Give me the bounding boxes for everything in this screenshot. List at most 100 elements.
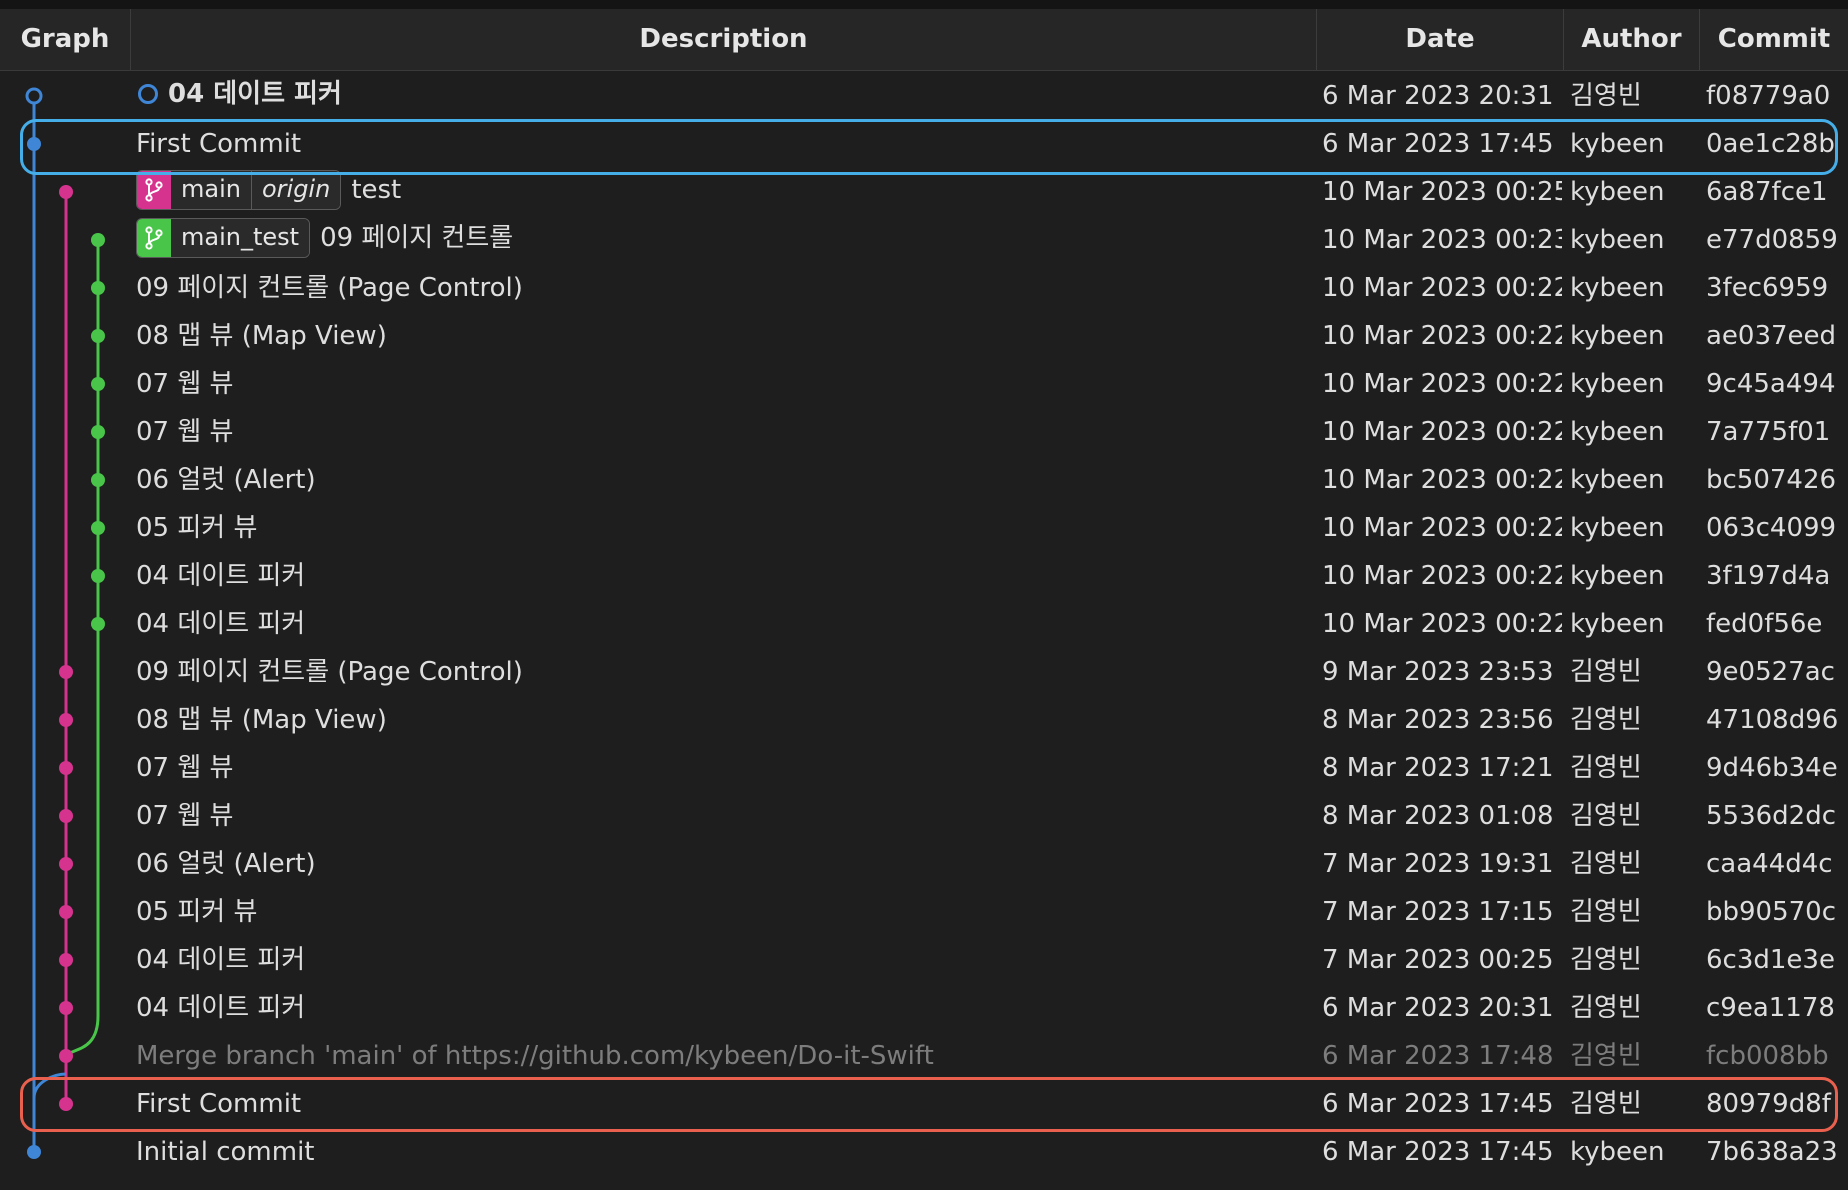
branch-badge[interactable]: main_test (136, 217, 311, 258)
commit-date: 10 Mar 2023 00:22 (1322, 465, 1562, 495)
commit-message: 09 페이지 컨트롤 (Page Control) (136, 657, 523, 687)
commit-row[interactable]: 05 피커 뷰 7 Mar 2023 17:15 김영빈 bb90570c (0, 888, 1848, 936)
branch-icon (137, 218, 171, 257)
commit-description: 08 맵 뷰 (Map View) (136, 696, 1306, 744)
commit-date: 10 Mar 2023 00:25 (1322, 177, 1562, 207)
commit-date: 10 Mar 2023 00:22 (1322, 321, 1562, 351)
commit-author: kybeen (1570, 369, 1665, 399)
commit-description: 05 피커 뷰 (136, 888, 1306, 936)
commit-date: 7 Mar 2023 00:25 (1322, 945, 1554, 975)
commit-row[interactable]: 04 데이트 피커 6 Mar 2023 20:31 김영빈 f08779a0 (0, 72, 1848, 120)
commit-message: 07 웹 뷰 (136, 369, 234, 399)
commit-author: kybeen (1570, 561, 1665, 591)
commit-description: 05 피커 뷰 (136, 504, 1306, 552)
commit-row[interactable]: main_test 09 페이지 컨트롤 10 Mar 2023 00:23 kybe… (0, 216, 1848, 264)
commit-hash: 6a87fce1 (1706, 177, 1828, 207)
commit-date: 6 Mar 2023 17:48 (1322, 1041, 1554, 1071)
commit-message: 04 데이트 피커 (168, 78, 342, 109)
commit-message: 09 페이지 컨트롤 (Page Control) (136, 273, 523, 303)
commit-date: 8 Mar 2023 23:56 (1322, 705, 1554, 735)
commit-author: kybeen (1570, 273, 1665, 303)
commit-message: 07 웹 뷰 (136, 801, 234, 831)
commit-row[interactable]: Merge branch 'main' of https://github.co… (0, 1032, 1848, 1080)
commit-author: kybeen (1570, 177, 1665, 207)
commit-date: 6 Mar 2023 20:31 (1322, 81, 1554, 111)
commit-row[interactable]: First Commit 6 Mar 2023 17:45 kybeen 0ae1c2… (0, 120, 1848, 168)
commit-hash: 063c4099 (1706, 513, 1837, 543)
commit-author: kybeen (1570, 225, 1665, 255)
commit-date: 6 Mar 2023 17:45 (1322, 1089, 1554, 1119)
commit-row[interactable]: 06 얼럿 (Alert) 10 Mar 2023 00:22 kybeen bc50… (0, 456, 1848, 504)
commit-message: 08 맵 뷰 (Map View) (136, 705, 387, 735)
commit-message: 09 페이지 컨트롤 (320, 222, 514, 253)
commit-date: 10 Mar 2023 00:22 (1322, 273, 1562, 303)
branch-icon (137, 170, 171, 209)
commit-hash: bb90570c (1706, 897, 1837, 927)
uncommitted-changes-icon (138, 83, 158, 104)
commit-author: kybeen (1570, 129, 1665, 159)
commit-row[interactable]: 07 웹 뷰 8 Mar 2023 01:08 김영빈 5536d2dc (0, 792, 1848, 840)
commit-date: 10 Mar 2023 00:23 (1322, 225, 1562, 255)
commit-row[interactable]: 08 맵 뷰 (Map View) 8 Mar 2023 23:56 김영빈 4710… (0, 696, 1848, 744)
commit-author: 김영빈 (1570, 1089, 1642, 1119)
commit-description: Merge branch 'main' of https://github.co… (136, 1032, 1306, 1080)
commit-row[interactable]: 07 웹 뷰 10 Mar 2023 00:22 kybeen 7a775f01 (0, 408, 1848, 456)
commit-row[interactable]: 04 데이트 피커 10 Mar 2023 00:22 kybeen fed0f56e (0, 600, 1848, 648)
commit-message: 04 데이트 피커 (136, 609, 306, 639)
commit-description: 04 데이트 피커 (136, 552, 1306, 600)
column-header-date[interactable]: Date (1317, 9, 1563, 70)
commit-date: 8 Mar 2023 01:08 (1322, 801, 1554, 831)
commit-row[interactable]: 04 데이트 피커 6 Mar 2023 20:31 김영빈 c9ea1178 (0, 984, 1848, 1032)
commit-message: 07 웹 뷰 (136, 417, 234, 447)
column-header-author[interactable]: Author (1564, 9, 1699, 70)
commit-description: main origin test (136, 168, 1306, 216)
commit-row[interactable]: 05 피커 뷰 10 Mar 2023 00:22 kybeen 063c4099 (0, 504, 1848, 552)
commit-description: 04 데이트 피커 (136, 72, 1306, 120)
commit-hash: f08779a0 (1706, 81, 1831, 111)
commit-hash: 9d46b34e (1706, 753, 1838, 783)
commit-date: 7 Mar 2023 17:15 (1322, 897, 1554, 927)
commit-author: 김영빈 (1570, 1041, 1642, 1071)
commit-row[interactable]: Initial commit 6 Mar 2023 17:45 kybeen 7b63… (0, 1128, 1848, 1176)
commit-date: 10 Mar 2023 00:22 (1322, 417, 1562, 447)
commit-row[interactable]: First Commit 6 Mar 2023 17:45 김영빈 80979d8f (0, 1080, 1848, 1128)
commit-hash: fcb008bb (1706, 1041, 1829, 1071)
branch-name: main (171, 170, 251, 209)
commit-description: First Commit (136, 120, 1306, 168)
commit-hash: 3f197d4a (1706, 561, 1831, 591)
commit-description: 09 페이지 컨트롤 (Page Control) (136, 648, 1306, 696)
commit-row[interactable]: 04 데이트 피커 7 Mar 2023 00:25 김영빈 6c3d1e3e (0, 936, 1848, 984)
commit-date: 10 Mar 2023 00:22 (1322, 561, 1562, 591)
commit-hash: bc507426 (1706, 465, 1837, 495)
commit-row[interactable]: 09 페이지 컨트롤 (Page Control) 9 Mar 2023 23:5… (0, 648, 1848, 696)
commit-description: 08 맵 뷰 (Map View) (136, 312, 1306, 360)
column-header-commit[interactable]: Commit (1700, 9, 1848, 70)
commit-hash: 47108d96 (1706, 705, 1839, 735)
commit-row[interactable]: 07 웹 뷰 10 Mar 2023 00:22 kybeen 9c45a494 (0, 360, 1848, 408)
commit-hash: 7b638a23 (1706, 1137, 1838, 1167)
commit-description: 04 데이트 피커 (136, 984, 1306, 1032)
commit-row[interactable]: 06 얼럿 (Alert) 7 Mar 2023 19:31 김영빈 caa44d4c (0, 840, 1848, 888)
commit-message: 08 맵 뷰 (Map View) (136, 321, 387, 351)
commit-row[interactable]: 09 페이지 컨트롤 (Page Control) 10 Mar 2023 00:… (0, 264, 1848, 312)
commit-hash: 9e0527ac (1706, 657, 1835, 687)
commit-author: 김영빈 (1570, 753, 1642, 783)
branch-name: main_test (171, 218, 310, 257)
commit-row[interactable]: 07 웹 뷰 8 Mar 2023 17:21 김영빈 9d46b34e (0, 744, 1848, 792)
commit-row[interactable]: 04 데이트 피커 10 Mar 2023 00:22 kybeen 3f197d4a (0, 552, 1848, 600)
commit-date: 6 Mar 2023 20:31 (1322, 993, 1554, 1023)
commit-hash: 80979d8f (1706, 1089, 1831, 1119)
commit-message: 07 웹 뷰 (136, 753, 234, 783)
commit-author: kybeen (1570, 609, 1665, 639)
commit-author: 김영빈 (1570, 81, 1642, 111)
commit-author: 김영빈 (1570, 657, 1642, 687)
commit-row[interactable]: main origin test 10 Mar 2023 00:25 kybeen 6a8… (0, 168, 1848, 216)
commit-row[interactable]: 08 맵 뷰 (Map View) 10 Mar 2023 00:22 kybeen… (0, 312, 1848, 360)
commit-message: 04 데이트 피커 (136, 993, 306, 1023)
commit-message: Merge branch 'main' of https://github.co… (136, 1041, 934, 1071)
commit-description: main_test 09 페이지 컨트롤 (136, 216, 1306, 264)
commit-date: 10 Mar 2023 00:22 (1322, 369, 1562, 399)
column-header-description[interactable]: Description (131, 9, 1316, 70)
branch-badge[interactable]: main origin (136, 169, 342, 210)
commit-author: kybeen (1570, 513, 1665, 543)
